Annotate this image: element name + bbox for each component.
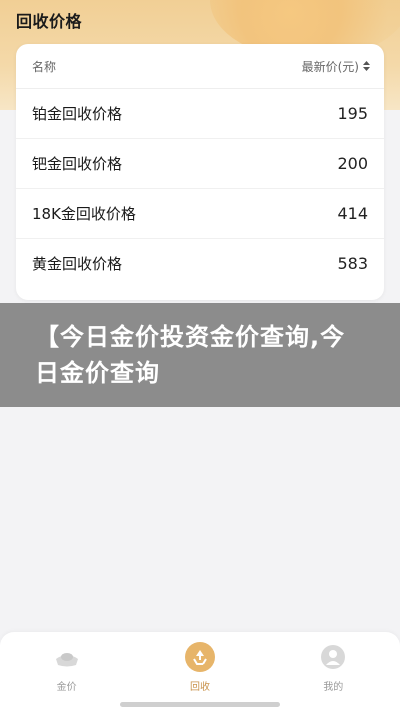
overlay-title: 【今日金价投资金价查询,今日金价查询: [35, 323, 346, 387]
sort-latest-price-button[interactable]: 最新价(元): [302, 58, 370, 75]
row-price: 200: [337, 154, 368, 173]
table-row[interactable]: 18K金回收价格 414: [16, 189, 384, 239]
nav-label: 回收: [189, 682, 210, 693]
nav-item-gold-price[interactable]: 金价: [17, 632, 117, 693]
row-name: 18K金回收价格: [32, 205, 136, 223]
nav-label: 金价: [56, 682, 77, 693]
profile-icon: [318, 642, 348, 672]
title-overlay-banner: 【今日金价投资金价查询,今日金价查询: [0, 303, 400, 407]
recycle-icon: [184, 642, 215, 672]
column-name-header: 名称: [32, 59, 57, 74]
table-header: 名称 最新价(元): [16, 44, 384, 89]
gold-ingot-icon: [52, 642, 82, 672]
page-title: 回收价格: [16, 12, 83, 31]
row-name: 铂金回收价格: [32, 105, 123, 123]
row-price: 195: [337, 104, 368, 123]
nav-item-profile[interactable]: 我的: [283, 632, 383, 693]
table-row[interactable]: 钯金回收价格 200: [16, 139, 384, 189]
nav-item-recycle[interactable]: 回收: [150, 632, 250, 693]
sort-arrows-icon: [363, 61, 370, 71]
row-price: 414: [337, 204, 368, 223]
table-row[interactable]: 铂金回收价格 195: [16, 89, 384, 139]
row-price: 583: [337, 254, 368, 273]
price-card: 名称 最新价(元) 铂金回收价格 195 钯金回收价格 200 18K金回收价格…: [16, 44, 384, 300]
column-price-header: 最新价(元): [301, 59, 359, 74]
nav-label: 我的: [323, 682, 344, 693]
bottom-navigation: 金价 回收 我的: [0, 632, 400, 711]
table-row[interactable]: 黄金回收价格 583: [16, 239, 384, 288]
row-name: 黄金回收价格: [32, 255, 123, 273]
home-indicator[interactable]: [120, 702, 280, 707]
row-name: 钯金回收价格: [32, 155, 123, 173]
recycle-price-screen: 回收价格 名称 最新价(元) 铂金回收价格 195 钯金回收价格 200 18K…: [0, 0, 400, 711]
